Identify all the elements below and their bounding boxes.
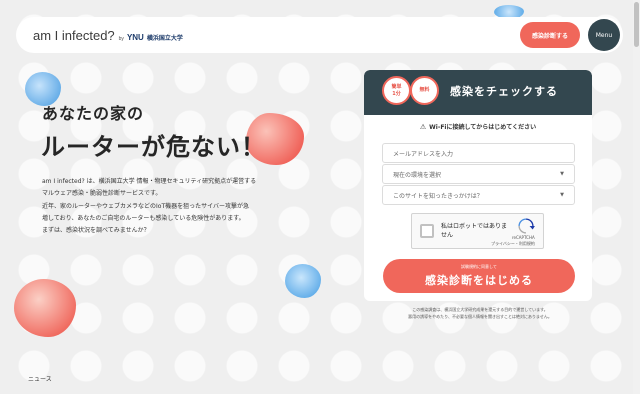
intro-line: マルウェア感染・脆弱性診断サービスです。: [42, 190, 162, 198]
site-header: am I infected? by YNU 横浜国立大学 感染診断する Menu: [16, 17, 623, 53]
warning-icon: ⚠: [419, 123, 427, 131]
wifi-notice: ⚠ Wi-Fiに接続してからはじめてください: [364, 122, 592, 131]
decorative-red-blob: [14, 279, 76, 337]
start-diagnosis-button[interactable]: 試験規約に同意して 感染診断をはじめる: [383, 259, 575, 293]
scrollbar-thumb[interactable]: [634, 2, 639, 47]
free-badge: 無料: [410, 76, 439, 105]
form-title: 感染をチェックする: [450, 85, 558, 98]
intro-line: まずは、感染状況を調べてみませんか？: [42, 227, 150, 235]
hero-heading-line2: ルーターが危ない！: [41, 133, 266, 161]
news-section-label: ニュース: [28, 376, 52, 383]
chevron-down-icon: ▼: [560, 171, 564, 177]
recaptcha-widget: 私はロボットではありません reCAPTCHA プライバシー・利用規約: [411, 213, 544, 249]
badge-text: 無料: [419, 87, 430, 93]
chevron-down-icon: ▼: [560, 192, 564, 198]
intro-line: 増しており、あなたのご自宅のルーターも感染している危険性があります。: [42, 214, 245, 222]
check-form-card: 簡単 1分 無料 感染をチェックする ⚠ Wi-Fiに接続してからはじめてください…: [364, 70, 592, 301]
easy-1min-badge: 簡単 1分: [382, 76, 411, 105]
intro-text: am I infected? は、横浜国立大学 情報・物理セキュリティ研究拠点が…: [42, 176, 277, 237]
disclaimer-line: 悪用の誘導をやめたり、不必要な個人情報を聞き出すことは絶対にありません。: [408, 314, 552, 319]
logo-text: am I infected?: [33, 27, 115, 43]
intro-line: 近年、家のルーターやウェブカメラなどのIoT機器を狙ったサイバー攻撃が急: [42, 202, 249, 210]
environment-select[interactable]: 現在の環境を選択 ▼: [382, 164, 575, 184]
hero-heading-line1: あなたの家の: [42, 104, 145, 123]
submit-label: 感染診断をはじめる: [425, 274, 533, 287]
referral-select-value: このサイトを知ったきっかけは？: [393, 192, 483, 200]
badge-text: 1分: [392, 90, 401, 97]
university-name: 横浜国立大学: [146, 35, 183, 42]
referral-select[interactable]: このサイトを知ったきっかけは？ ▼: [382, 185, 575, 205]
disclaimer-line: この感染調査は、横浜国立大学研究成果を還元する目的で運営しています。: [412, 307, 548, 312]
decorative-blue-blob: [285, 264, 321, 298]
logo-by: by: [118, 35, 124, 42]
diagnose-cta-button[interactable]: 感染診断する: [520, 22, 580, 48]
recaptcha-checkbox[interactable]: [420, 224, 434, 238]
form-header: 簡単 1分 無料 感染をチェックする: [364, 70, 592, 115]
recaptcha-icon: [518, 218, 535, 234]
site-logo[interactable]: am I infected? by YNU 横浜国立大学: [33, 28, 183, 43]
recaptcha-label: 私はロボットではありません: [441, 223, 508, 239]
ynu-logo: YNU: [126, 32, 144, 42]
menu-button[interactable]: Menu: [588, 19, 620, 51]
disclaimer-text: この感染調査は、横浜国立大学研究成果を還元する目的で運営しています。 悪用の誘導…: [385, 306, 575, 320]
recaptcha-brand: reCAPTCHA: [512, 235, 535, 240]
wifi-notice-text: Wi-Fiに接続してからはじめてください: [429, 124, 537, 131]
recaptcha-links[interactable]: プライバシー・利用規約: [491, 241, 535, 247]
environment-select-value: 現在の環境を選択: [393, 171, 442, 179]
intro-line: am I infected? は、横浜国立大学 情報・物理セキュリティ研究拠点が…: [42, 178, 257, 185]
scrollbar[interactable]: [633, 0, 640, 394]
email-input[interactable]: メールアドレスを入力: [382, 143, 575, 163]
badge-text: 簡単: [391, 83, 402, 90]
submit-subtext: 試験規約に同意して: [461, 264, 497, 269]
